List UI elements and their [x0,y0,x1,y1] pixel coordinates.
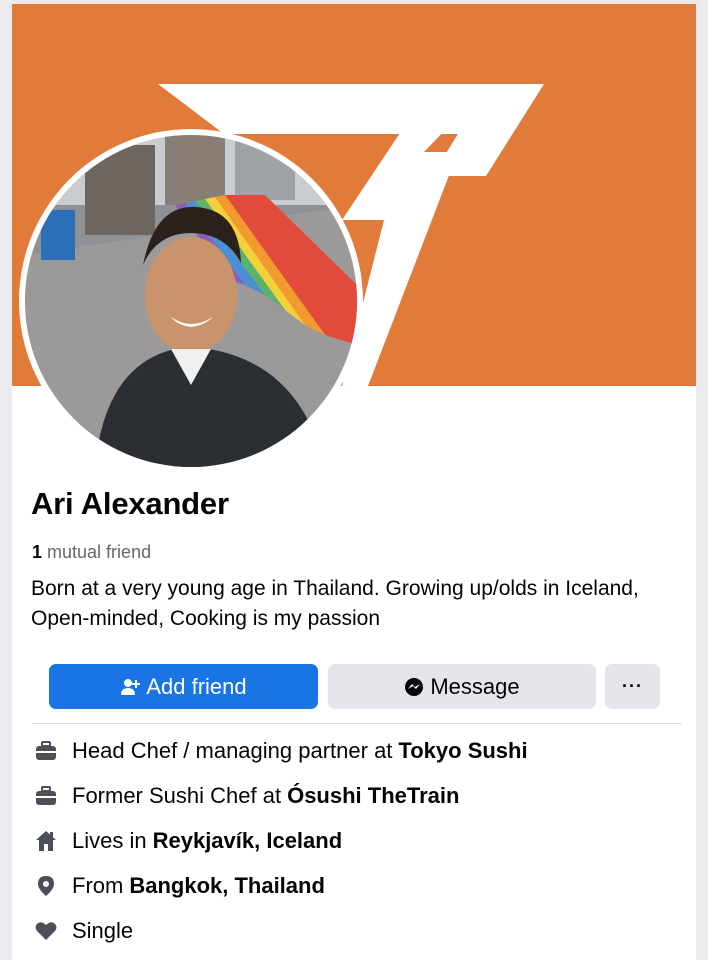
mutual-label: mutual friend [47,542,152,562]
info-link[interactable]: Reykjavík, Iceland [153,828,343,854]
info-link[interactable]: Ósushi TheTrain [287,783,459,809]
info-text: Lives in [72,828,147,853]
info-row-from: From Bangkok, Thailand [34,871,325,901]
profile-name: Ari Alexander [31,486,229,521]
info-text: Former Sushi Chef at [72,783,282,808]
info-link[interactable]: Bangkok, Thailand [129,873,325,899]
section-divider [32,723,682,724]
add-friend-icon [120,677,141,697]
info-text: From [72,873,124,898]
more-icon: ··· [622,676,643,696]
info-row-work-current: Head Chef / managing partner at Tokyo Sus… [34,736,528,766]
briefcase-icon [34,784,58,808]
page-right-edge [696,0,708,960]
more-options-button[interactable]: ··· [605,664,660,709]
info-row-lives-in: Lives in Reykjavík, Iceland [34,826,342,856]
add-friend-button[interactable]: Add friend [49,664,318,709]
location-pin-icon [34,874,58,898]
info-row-work-former: Former Sushi Chef at Ósushi TheTrain [34,781,459,811]
home-icon [34,829,58,853]
heart-icon [34,919,58,943]
message-label: Message [430,673,520,699]
info-text: Head Chef / managing partner at [72,738,393,763]
messenger-icon [404,677,424,697]
avatar[interactable] [25,135,357,467]
mutual-count: 1 [32,542,43,562]
message-button[interactable]: Message [328,664,596,709]
add-friend-label: Add friend [146,673,247,699]
info-link[interactable]: Tokyo Sushi [398,738,527,764]
mutual-friends[interactable]: 1 mutual friend [32,542,151,563]
info-row-relationship: Single [34,916,133,946]
info-text: Single [72,918,134,943]
page-left-edge [0,0,12,960]
briefcase-icon [34,739,58,763]
profile-bio: Born at a very young age in Thailand. Gr… [31,577,639,630]
